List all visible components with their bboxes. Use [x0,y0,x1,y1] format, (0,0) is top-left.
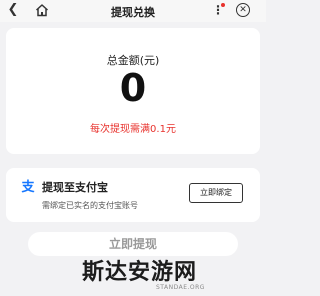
home-icon[interactable] [34,2,50,18]
minimum-withdraw-note: 每次提现需满0.1元 [90,124,176,135]
withdraw-now-button[interactable]: 立即提现 [28,232,238,256]
alipay-withdraw-title: 提现至支付宝 [42,181,108,194]
bind-now-button[interactable]: 立即绑定 [189,183,243,203]
watermark-url: STANDAE.ORG [156,284,205,291]
close-circle-icon[interactable]: ✕ [236,3,250,17]
alipay-bind-hint: 需绑定已实名的支付宝账号 [42,201,138,210]
alipay-withdraw-card: 支 提现至支付宝 需绑定已实名的支付宝账号 立即绑定 [6,168,260,222]
notification-dot [221,3,225,7]
svg-text:支: 支 [20,179,35,194]
alipay-icon: 支 [20,179,35,194]
site-watermark: 斯达安游网 STANDAE.ORG [70,250,266,296]
watermark-text: 斯达安游网 [82,259,198,285]
top-nav-bar: ❮ 提现兑换 ⋮ ✕ [0,0,266,22]
total-amount-value: 0 [119,66,147,110]
balance-card: 总金额(元) 0 每次提现需满0.1元 [6,28,260,154]
chevron-left-icon[interactable]: ❮ [6,3,20,17]
